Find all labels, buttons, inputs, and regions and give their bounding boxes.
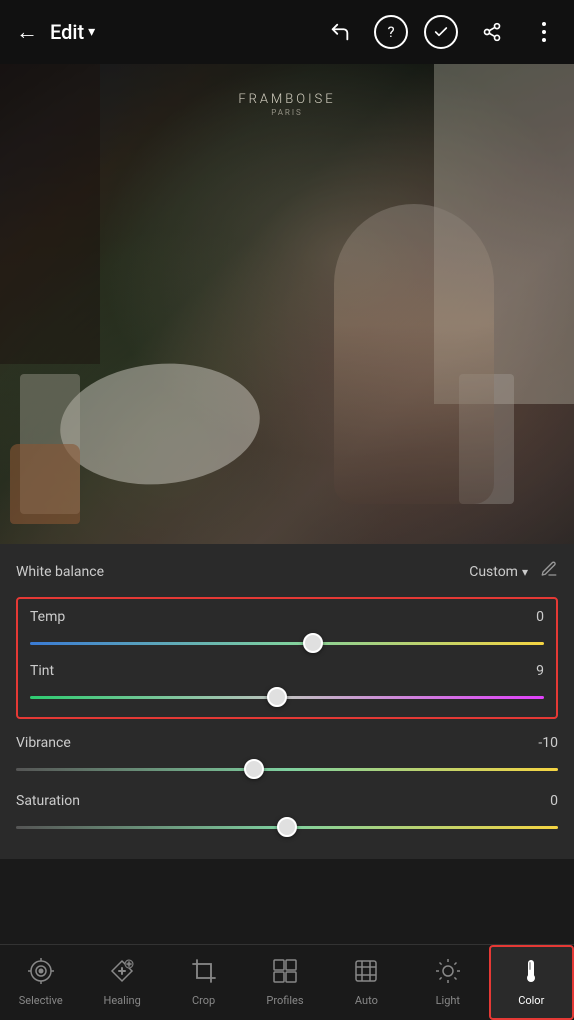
nav-item-profiles[interactable]: Profiles (244, 945, 325, 1020)
vibrance-slider-track-container[interactable] (16, 759, 558, 779)
edit-title-text: Edit (50, 20, 84, 44)
top-bar-left: ← Edit ▾ (12, 15, 314, 49)
nav-item-auto[interactable]: Auto (326, 945, 407, 1020)
help-icon: ? (387, 23, 394, 41)
saturation-label: Saturation (16, 793, 80, 809)
sign-text: FRAMBOISE (238, 92, 335, 107)
temp-slider-header: Temp 0 (30, 609, 544, 625)
temp-label: Temp (30, 609, 65, 625)
nav-item-healing[interactable]: Healing (81, 945, 162, 1020)
selective-label: Selective (19, 994, 63, 1007)
top-bar-right: ? (322, 14, 562, 50)
vibrance-value: -10 (538, 735, 558, 751)
profiles-icon (272, 958, 298, 990)
undo-button[interactable] (322, 14, 358, 50)
bottom-nav: Selective Healing Crop (0, 944, 574, 1020)
saturation-slider-row: Saturation 0 (16, 793, 558, 837)
crop-icon (191, 958, 217, 990)
color-icon (518, 958, 544, 990)
eyedropper-icon[interactable] (540, 560, 558, 583)
tint-label: Tint (30, 663, 54, 679)
tint-thumb[interactable] (267, 687, 287, 707)
saturation-value: 0 (550, 793, 558, 809)
more-button[interactable] (526, 14, 562, 50)
tint-slider-track-container[interactable] (30, 687, 544, 707)
saturation-slider-header: Saturation 0 (16, 793, 558, 809)
tint-slider-row: Tint 9 (30, 663, 544, 707)
sign-sub: PARIS (271, 108, 303, 117)
share-button[interactable] (474, 14, 510, 50)
photo-overlay (0, 64, 574, 544)
auto-icon (353, 958, 379, 990)
white-balance-label: White balance (16, 564, 104, 580)
tint-value: 9 (536, 663, 544, 679)
profiles-label: Profiles (266, 994, 303, 1007)
temp-slider-row: Temp 0 (30, 609, 544, 653)
nav-item-color[interactable]: Color (489, 945, 574, 1020)
photo: FRAMBOISE PARIS (0, 64, 574, 544)
white-balance-right: Custom ▾ (469, 560, 558, 583)
back-button[interactable]: ← (12, 15, 42, 49)
edit-title-chevron: ▾ (88, 24, 95, 40)
saturation-slider-track-container[interactable] (16, 817, 558, 837)
image-area: FRAMBOISE PARIS (0, 64, 574, 544)
auto-label: Auto (355, 994, 378, 1007)
vibrance-slider-row: Vibrance -10 (16, 735, 558, 779)
vibrance-thumb[interactable] (244, 759, 264, 779)
selective-icon (28, 958, 54, 990)
light-icon (435, 958, 461, 990)
nav-item-crop[interactable]: Crop (163, 945, 244, 1020)
vibrance-track (16, 768, 558, 771)
wb-chevron: ▾ (522, 565, 528, 579)
crop-label: Crop (192, 994, 215, 1007)
done-button[interactable] (424, 15, 458, 49)
tint-slider-header: Tint 9 (30, 663, 544, 679)
edit-title[interactable]: Edit ▾ (50, 20, 95, 44)
controls-area: White balance Custom ▾ Temp 0 (0, 544, 574, 859)
white-balance-row: White balance Custom ▾ (16, 560, 558, 583)
temp-value: 0 (536, 609, 544, 625)
color-label: Color (518, 994, 544, 1007)
temp-track (30, 642, 544, 645)
light-label: Light (436, 994, 460, 1007)
temp-thumb[interactable] (303, 633, 323, 653)
vibrance-slider-header: Vibrance -10 (16, 735, 558, 751)
healing-label: Healing (104, 994, 141, 1007)
temp-slider-track-container[interactable] (30, 633, 544, 653)
nav-item-light[interactable]: Light (407, 945, 488, 1020)
white-balance-preset[interactable]: Custom ▾ (469, 564, 528, 580)
nav-item-selective[interactable]: Selective (0, 945, 81, 1020)
healing-icon (109, 958, 135, 990)
tint-track (30, 696, 544, 699)
highlighted-sliders: Temp 0 Tint 9 (16, 597, 558, 719)
vibrance-label: Vibrance (16, 735, 71, 751)
help-button[interactable]: ? (374, 15, 408, 49)
top-bar: ← Edit ▾ ? (0, 0, 574, 64)
saturation-thumb[interactable] (277, 817, 297, 837)
